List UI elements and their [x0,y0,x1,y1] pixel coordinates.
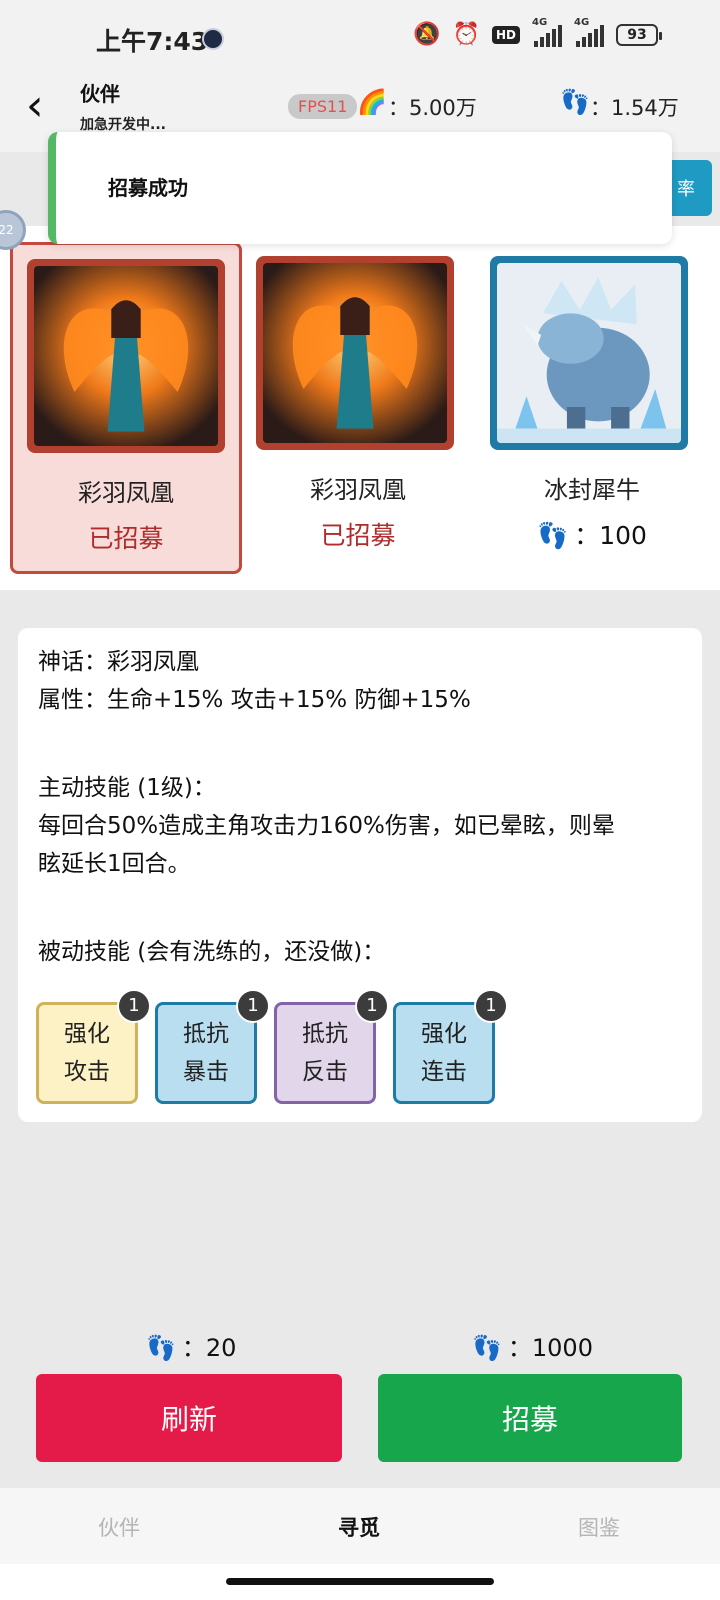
active-skill-desc-1: 每回合50%造成主角攻击力160%伤害，如已晕眩，则晕 [38,813,615,839]
footprints-currency-value: ：1.54万 [590,96,679,120]
partner-name: 彩羽凤凰 [78,479,174,507]
recruit-button[interactable]: 招募 [378,1374,682,1462]
recruit-total-cost-value: ：1000 [507,1334,593,1362]
mute-bell-icon: 🔕 [413,22,441,47]
active-skill-desc-2: 眩延长1回合。 [38,851,191,877]
footprints-icon: 👣 [472,1334,502,1362]
refresh-cost: 👣 ：20 [146,1328,236,1363]
skill-tile[interactable]: 强化连击 1 [393,989,508,1104]
recruit-cost-value: ：100 [574,521,647,550]
footprints-icon: 👣 [560,88,590,116]
status-icons: 🔕 ⏰ HD 4G 4G 93 [413,17,662,47]
passive-skill-title: 被动技能 (会有洗练的，还没做)： [38,939,386,965]
partner-card-1[interactable]: 彩羽凤凰 已招募 [10,242,242,574]
skill-label: 抵抗暴击 [183,1021,229,1085]
tab-search[interactable]: 寻觅 [338,1512,380,1542]
footprints-icon: 👣 [537,521,569,550]
partner-card-2[interactable]: 彩羽凤凰 已招募 [242,242,474,574]
refresh-cost-value: ：20 [181,1334,237,1362]
rhino-portrait-image [490,256,688,450]
partner-cards: 彩羽凤凰 已招募 彩羽凤凰 已招募 冰封犀牛 👣 ：100 [0,226,720,590]
fps-badge: FPS11 [288,94,358,119]
page-subtitle: 加急开发中... [80,117,166,133]
bottom-nav: 伙伴 寻觅 图鉴 [0,1488,720,1564]
status-time: 上午7:43 [96,27,209,56]
signal-icon-2: 4G [574,17,604,47]
home-indicator[interactable] [226,1578,494,1585]
battery-icon: 93 [616,23,662,46]
recruited-status: 已招募 [320,521,396,550]
attributes-line: 属性：生命+15% 攻击+15% 防御+15% [38,687,471,713]
skill-tile[interactable]: 抵抗反击 1 [274,989,389,1104]
skill-tile[interactable]: 强化攻击 1 [36,989,151,1104]
partner-name: 彩羽凤凰 [310,476,406,504]
alarm-icon: ⏰ [452,22,480,47]
phoenix-portrait-image [256,256,454,450]
skill-level-badge: 1 [117,989,151,1023]
skill-level-badge: 1 [474,989,508,1023]
skill-label: 强化连击 [421,1021,467,1085]
partner-card-3[interactable]: 冰封犀牛 👣 ：100 [476,242,708,574]
skill-label: 抵抗反击 [302,1021,348,1085]
passive-skills: 强化攻击 1 抵抗暴击 1 抵抗反击 1 强化连击 1 [36,980,686,1104]
success-toast: 招募成功 [48,132,672,244]
status-bar: 上午7:43 🔕 ⏰ HD 4G 4G 93 [0,0,720,76]
footprints-icon: 👣 [146,1334,176,1362]
network-type-1: 4G [532,16,548,28]
rainbow-currency-value: ：5.00万 [388,96,477,120]
system-nav-area [0,1564,720,1600]
active-skill-title: 主动技能 (1级)： [38,775,216,801]
recruit-total-cost: 👣 ：1000 [472,1328,593,1363]
skill-label: 强化攻击 [64,1021,110,1085]
myth-line: 神话：彩羽凤凰 [38,649,199,675]
partner-name: 冰封犀牛 [544,476,640,504]
network-type-2: 4G [574,16,590,28]
app-notification-icon [202,28,224,50]
signal-icon-1: 4G [532,17,562,47]
page-title: 伙伴 [80,82,120,106]
tab-gallery[interactable]: 图鉴 [578,1512,620,1542]
tab-partners[interactable]: 伙伴 [98,1512,140,1542]
toast-message: 招募成功 [108,176,188,200]
refresh-button[interactable]: 刷新 [36,1374,342,1462]
rainbow-icon: 🌈 [357,88,387,116]
phoenix-portrait-image [27,259,225,453]
back-arrow-icon[interactable]: ‹ [26,84,44,128]
skill-level-badge: 1 [236,989,270,1023]
recruited-status: 已招募 [88,524,164,553]
partner-detail-panel: 神话：彩羽凤凰 属性：生命+15% 攻击+15% 防御+15% 主动技能 (1级… [18,628,702,1122]
recruit-cost: 👣 ：100 [476,516,708,552]
skill-tile[interactable]: 抵抗暴击 1 [155,989,270,1104]
skill-level-badge: 1 [355,989,389,1023]
hd-icon: HD [491,25,520,44]
